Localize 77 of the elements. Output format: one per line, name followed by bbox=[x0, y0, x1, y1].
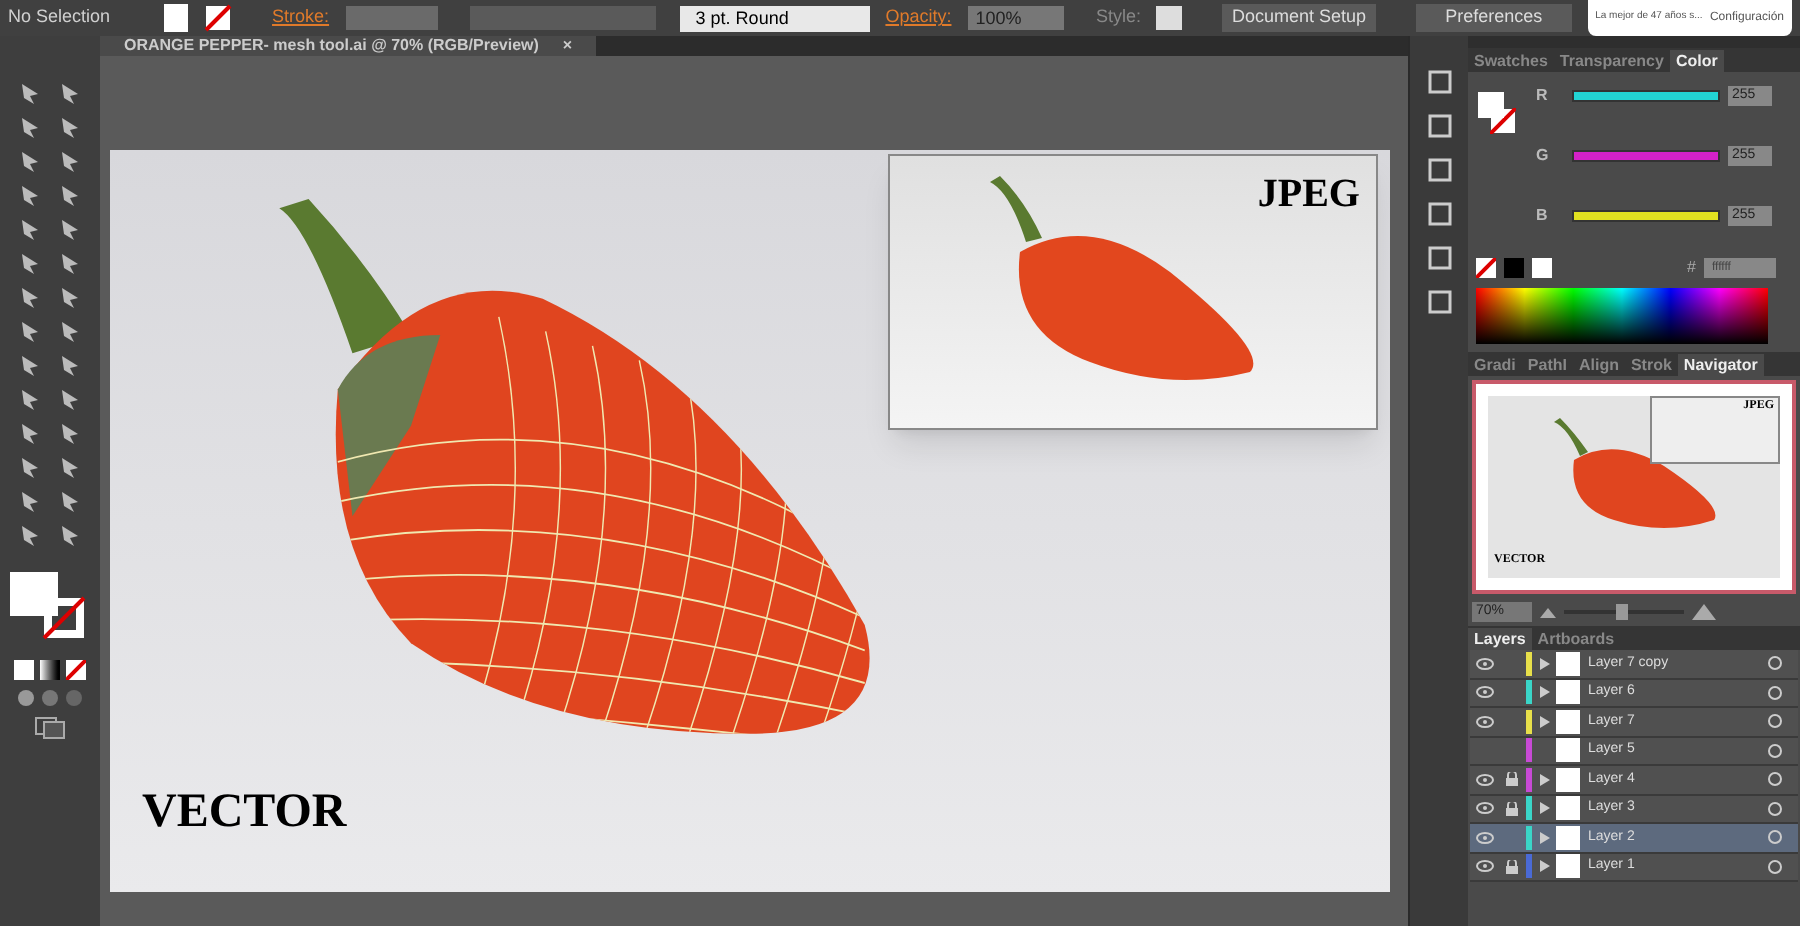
document-title: ORANGE PEPPER- mesh tool.ai @ 70% (RGB/Preview) bbox=[124, 34, 539, 58]
layer-thumbnail bbox=[1556, 767, 1580, 792]
zoom-out-icon[interactable] bbox=[1540, 606, 1556, 618]
variable-width-field[interactable] bbox=[469, 6, 656, 30]
target-circle-icon[interactable] bbox=[1768, 714, 1782, 729]
eye-icon[interactable] bbox=[1475, 657, 1493, 670]
channel-label: R bbox=[1536, 84, 1550, 108]
panel-tab[interactable]: PathI bbox=[1521, 354, 1573, 376]
target-circle-icon[interactable] bbox=[1768, 830, 1782, 845]
stroke-none-icon[interactable] bbox=[204, 4, 233, 32]
vector-label: VECTOR bbox=[142, 784, 347, 842]
panel-tab[interactable]: Color bbox=[1669, 50, 1724, 72]
panel-tab[interactable]: Navigator bbox=[1677, 354, 1764, 376]
panel-tab[interactable]: Align bbox=[1572, 354, 1625, 376]
panel-tab[interactable]: Artboards bbox=[1531, 628, 1621, 650]
lock-icon[interactable] bbox=[1506, 859, 1518, 874]
expand-triangle-icon[interactable] bbox=[1539, 860, 1549, 873]
opacity-label[interactable]: Opacity: bbox=[885, 4, 952, 32]
target-circle-icon[interactable] bbox=[1768, 743, 1782, 758]
lock-icon[interactable] bbox=[1506, 772, 1518, 787]
expand-triangle-icon[interactable] bbox=[1539, 686, 1549, 699]
selection-status: No Selection bbox=[8, 4, 113, 31]
eye-icon[interactable] bbox=[1475, 686, 1493, 699]
none-swatch-icon[interactable] bbox=[1476, 258, 1496, 278]
target-circle-icon[interactable] bbox=[1768, 801, 1782, 816]
layer-thumbnail bbox=[1556, 709, 1580, 734]
eye-icon[interactable] bbox=[1475, 860, 1493, 873]
lock-icon[interactable] bbox=[1506, 801, 1518, 816]
layer-thumbnail bbox=[1556, 680, 1580, 705]
fill-swatch[interactable] bbox=[163, 4, 189, 32]
hex-label: # bbox=[1687, 256, 1696, 280]
panel-tab[interactable]: Transparency bbox=[1553, 50, 1670, 72]
expand-triangle-icon[interactable] bbox=[1539, 657, 1549, 670]
panel-tab[interactable]: Swatches bbox=[1468, 50, 1554, 72]
color-spectrum[interactable] bbox=[1476, 288, 1768, 344]
draw-mode-icon[interactable] bbox=[14, 688, 86, 708]
stroke-weight-field[interactable] bbox=[345, 6, 438, 30]
panel-tab[interactable]: Gradi bbox=[1468, 354, 1522, 376]
style-label: Style: bbox=[1095, 4, 1141, 31]
target-circle-icon[interactable] bbox=[1768, 656, 1782, 671]
none-mode-icon[interactable] bbox=[66, 660, 86, 680]
toolbar-button[interactable]: Preferences bbox=[1416, 4, 1572, 32]
stroke-label[interactable]: Stroke: bbox=[272, 4, 330, 32]
zoom-in-icon[interactable] bbox=[1692, 604, 1716, 620]
style-swatch[interactable] bbox=[1156, 6, 1182, 30]
panel-tab[interactable]: Layers bbox=[1468, 628, 1532, 650]
channel-label: B bbox=[1536, 204, 1550, 228]
layer-thumbnail bbox=[1556, 854, 1580, 879]
brush-dropdown[interactable]: 3 pt. Round bbox=[679, 5, 870, 31]
expand-triangle-icon[interactable] bbox=[1539, 802, 1549, 815]
eye-icon[interactable] bbox=[1475, 773, 1493, 786]
gradient-mode-icon[interactable] bbox=[40, 660, 60, 680]
zoom-slider-thumb[interactable] bbox=[1615, 604, 1628, 620]
eye-icon[interactable] bbox=[1475, 715, 1493, 728]
fill-color-swatch[interactable] bbox=[1478, 92, 1504, 118]
document-tab[interactable]: ORANGE PEPPER- mesh tool.ai @ 70% (RGB/Preview) × bbox=[100, 36, 597, 56]
eye-icon[interactable] bbox=[1475, 802, 1493, 815]
screen-mode-icon[interactable] bbox=[34, 716, 66, 740]
channel-label: G bbox=[1536, 144, 1551, 168]
toolbar-button[interactable]: Document Setup bbox=[1221, 4, 1377, 32]
target-circle-icon[interactable] bbox=[1768, 685, 1782, 700]
expand-triangle-icon[interactable] bbox=[1539, 831, 1549, 844]
layer-thumbnail bbox=[1556, 738, 1580, 763]
jpeg-label: JPEG bbox=[1257, 170, 1360, 220]
layer-thumbnail bbox=[1556, 825, 1580, 850]
opacity-field[interactable]: 100% bbox=[967, 6, 1064, 30]
close-icon[interactable]: × bbox=[562, 34, 573, 58]
color-mode-icon[interactable] bbox=[14, 660, 34, 680]
target-circle-icon[interactable] bbox=[1768, 859, 1782, 874]
expand-triangle-icon[interactable] bbox=[1539, 773, 1549, 786]
target-circle-icon[interactable] bbox=[1768, 772, 1782, 787]
layer-thumbnail bbox=[1556, 796, 1580, 821]
eye-icon[interactable] bbox=[1475, 831, 1493, 844]
layer-thumbnail bbox=[1556, 651, 1580, 676]
fill-color-swatch[interactable] bbox=[10, 572, 58, 616]
expand-triangle-icon[interactable] bbox=[1539, 715, 1549, 728]
panel-tab[interactable]: Strok bbox=[1624, 354, 1678, 376]
